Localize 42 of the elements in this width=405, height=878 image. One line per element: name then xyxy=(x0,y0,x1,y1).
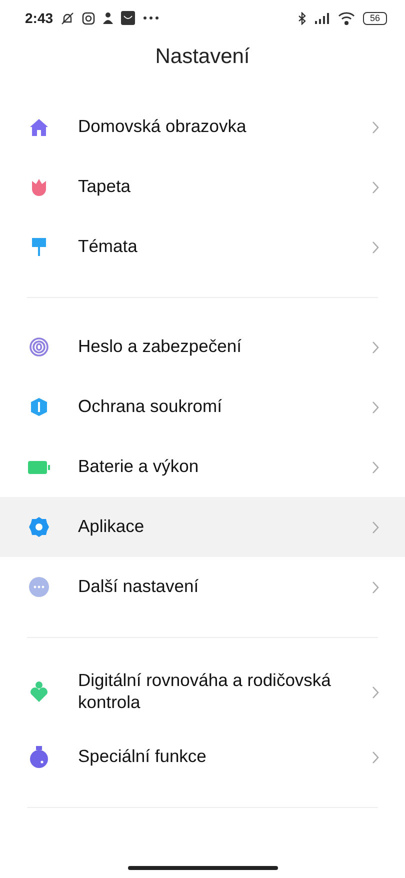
settings-item[interactable]: Ochrana soukromí xyxy=(0,377,405,437)
chevron-right-icon xyxy=(372,580,379,594)
chevron-right-icon xyxy=(372,180,379,194)
chevron-right-icon xyxy=(372,520,379,534)
chevron-right-icon xyxy=(372,340,379,354)
settings-item[interactable]: Tapeta xyxy=(0,157,405,217)
settings-item[interactable]: Domovská obrazovka xyxy=(0,97,405,157)
settings-item[interactable]: Aplikace xyxy=(0,497,405,557)
page-title: Nastavení xyxy=(155,45,250,69)
fingerprint-icon xyxy=(29,337,49,357)
settings-item[interactable]: Další nastavení xyxy=(0,557,405,617)
camera-icon xyxy=(82,12,96,24)
tulip-icon xyxy=(30,178,48,196)
settings-item[interactable]: Heslo a zabezpečení xyxy=(0,317,405,377)
more-icon xyxy=(29,577,49,597)
battery-level: 56 xyxy=(363,12,387,24)
home-indicator[interactable] xyxy=(128,866,278,870)
person-icon xyxy=(103,12,114,24)
wifi-icon xyxy=(338,12,355,24)
bell-off-icon xyxy=(61,12,74,24)
chevron-right-icon xyxy=(372,120,379,134)
house-icon xyxy=(29,118,49,136)
bluetooth-icon xyxy=(298,12,306,24)
chevron-right-icon xyxy=(372,460,379,474)
settings-item[interactable]: Témata xyxy=(0,217,405,277)
battery-icon xyxy=(28,460,50,474)
chevron-right-icon xyxy=(372,400,379,414)
status-time: 2:43 xyxy=(25,10,54,26)
gear-icon xyxy=(29,517,49,537)
settings-item[interactable]: Digitální rovnováha a rodičovská kontrola xyxy=(0,657,405,727)
shield-icon xyxy=(29,397,49,417)
chevron-right-icon xyxy=(372,750,379,764)
settings-item[interactable]: Speciální funkce xyxy=(0,727,405,787)
settings-item[interactable]: Baterie a výkon xyxy=(0,437,405,497)
signal-icon xyxy=(314,12,330,24)
chevron-right-icon xyxy=(372,686,379,698)
person-heart-icon xyxy=(30,681,48,703)
paint-roller-icon xyxy=(31,237,47,257)
more-icon xyxy=(143,16,160,20)
flask-icon xyxy=(29,746,49,768)
chevron-right-icon xyxy=(372,240,379,254)
bag-icon xyxy=(121,11,136,25)
